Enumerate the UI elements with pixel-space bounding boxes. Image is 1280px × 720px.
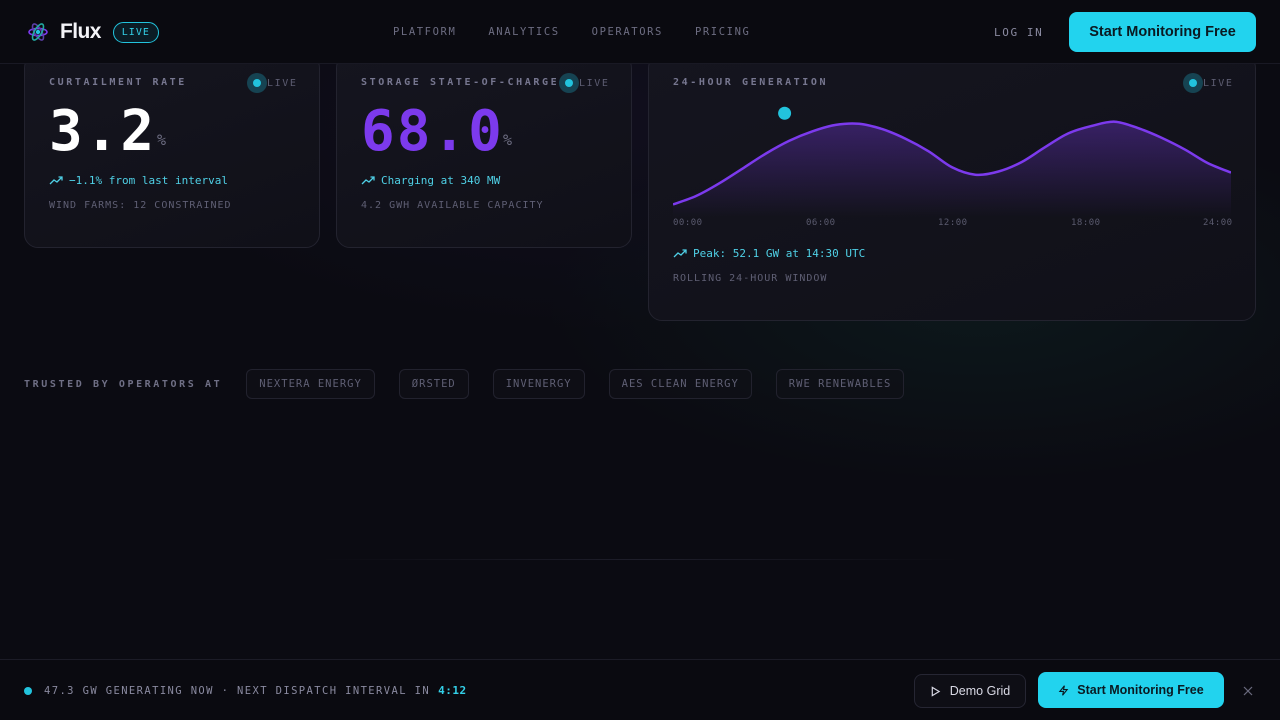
- storage-footnote: 4.2 GWH AVAILABLE CAPACITY: [361, 200, 544, 211]
- nav-operators[interactable]: OPERATORS: [592, 26, 663, 38]
- partner-logo: NEXTERA ENERGY: [246, 369, 375, 399]
- curtailment-delta: −1.1% from last interval: [49, 173, 228, 187]
- generation-area: [673, 121, 1231, 217]
- brand[interactable]: Flux LIVE: [26, 20, 159, 44]
- nav-analytics[interactable]: ANALYTICS: [488, 26, 559, 38]
- dispatch-countdown: 4:12: [438, 684, 467, 697]
- live-indicator: LIVE: [559, 73, 609, 93]
- trend-icon: [673, 249, 687, 258]
- delta-text: −1.1% from last interval: [69, 173, 228, 187]
- storage-unit: %: [503, 131, 513, 149]
- current-time-marker: [778, 106, 792, 120]
- x-tick-label: 06:00: [806, 218, 836, 228]
- card-label: STORAGE STATE-OF-CHARGE: [361, 77, 560, 88]
- trend-icon: [361, 176, 375, 185]
- partner-logo: RWE RENEWABLES: [775, 369, 905, 399]
- brand-name: Flux: [60, 20, 101, 43]
- storage-card: STORAGE STATE-OF-CHARGE LIVE 68.0 % Char…: [336, 54, 632, 248]
- partner-logo: INVENERGY: [492, 369, 585, 399]
- storage-value: 68.0: [361, 99, 504, 164]
- top-navbar: Flux LIVE PLATFORM ANALYTICS OPERATORS P…: [0, 0, 1280, 64]
- generation-card: 24-HOUR GENERATION LIVE 00:00 06:00 12:0…: [648, 54, 1256, 321]
- main-nav: PLATFORM ANALYTICS OPERATORS PRICING: [393, 26, 782, 38]
- live-dot-icon: [247, 73, 267, 93]
- sticky-bottom-bar: 47.3 GW GENERATING NOW · NEXT DISPATCH I…: [0, 659, 1280, 720]
- peak-note: Peak: 52.1 GW at 14:30 UTC: [673, 246, 865, 260]
- live-dot-icon: [1183, 73, 1203, 93]
- trend-icon: [49, 176, 63, 185]
- live-indicator: LIVE: [247, 73, 297, 93]
- live-indicator: LIVE: [1183, 73, 1233, 93]
- delta-text: Charging at 340 MW: [381, 173, 501, 187]
- section-divider: [320, 559, 960, 560]
- cta-label: Start Monitoring Free: [1077, 683, 1204, 697]
- live-badge: LIVE: [112, 21, 159, 43]
- trusted-label: TRUSTED BY OPERATORS AT: [24, 378, 223, 390]
- live-indicator-label: LIVE: [1203, 77, 1234, 89]
- x-tick-label: 00:00: [673, 218, 703, 228]
- flux-logo-icon: [28, 23, 48, 41]
- curtailment-value: 3.2: [49, 99, 157, 164]
- partner-logo: ØRSTED: [398, 369, 469, 399]
- x-tick-label: 12:00: [938, 218, 968, 228]
- curtailment-footnote: WIND FARMS: 12 CONSTRAINED: [49, 200, 232, 211]
- live-indicator-label: LIVE: [267, 77, 298, 89]
- partner-logo: AES CLEAN ENERGY: [608, 369, 752, 399]
- demo-grid-label: Demo Grid: [949, 684, 1011, 698]
- close-icon[interactable]: [1241, 684, 1255, 698]
- generation-footnote: ROLLING 24-HOUR WINDOW: [673, 273, 828, 284]
- status-dot-icon: [24, 686, 32, 695]
- generation-chart: [673, 106, 1231, 217]
- curtailment-card: CURTAILMENT RATE LIVE 3.2 % −1.1% from l…: [24, 54, 320, 248]
- live-dot-icon: [559, 73, 579, 93]
- start-monitoring-bottom-button[interactable]: Start Monitoring Free: [1038, 672, 1224, 708]
- start-monitoring-button[interactable]: Start Monitoring Free: [1069, 12, 1256, 52]
- generation-status: 47.3 GW GENERATING NOW · NEXT DISPATCH I…: [24, 684, 467, 697]
- lightning-icon: [1058, 684, 1069, 696]
- storage-delta: Charging at 340 MW: [361, 173, 500, 187]
- status-text: 47.3 GW GENERATING NOW · NEXT DISPATCH I…: [44, 684, 431, 697]
- login-link[interactable]: LOG IN: [994, 26, 1043, 39]
- card-label: CURTAILMENT RATE: [49, 77, 187, 88]
- card-label: 24-HOUR GENERATION: [673, 77, 829, 88]
- curtailment-unit: %: [157, 131, 167, 149]
- x-tick-label: 24:00: [1203, 218, 1233, 228]
- peak-text: Peak: 52.1 GW at 14:30 UTC: [693, 246, 866, 260]
- live-indicator-label: LIVE: [579, 77, 610, 89]
- nav-platform[interactable]: PLATFORM: [393, 26, 456, 38]
- demo-grid-button[interactable]: Demo Grid: [914, 674, 1026, 708]
- nav-pricing[interactable]: PRICING: [695, 26, 750, 38]
- trusted-strip: TRUSTED BY OPERATORS AT NEXTERA ENERGY Ø…: [24, 369, 928, 399]
- x-tick-label: 18:00: [1071, 218, 1101, 228]
- play-icon: [931, 685, 941, 697]
